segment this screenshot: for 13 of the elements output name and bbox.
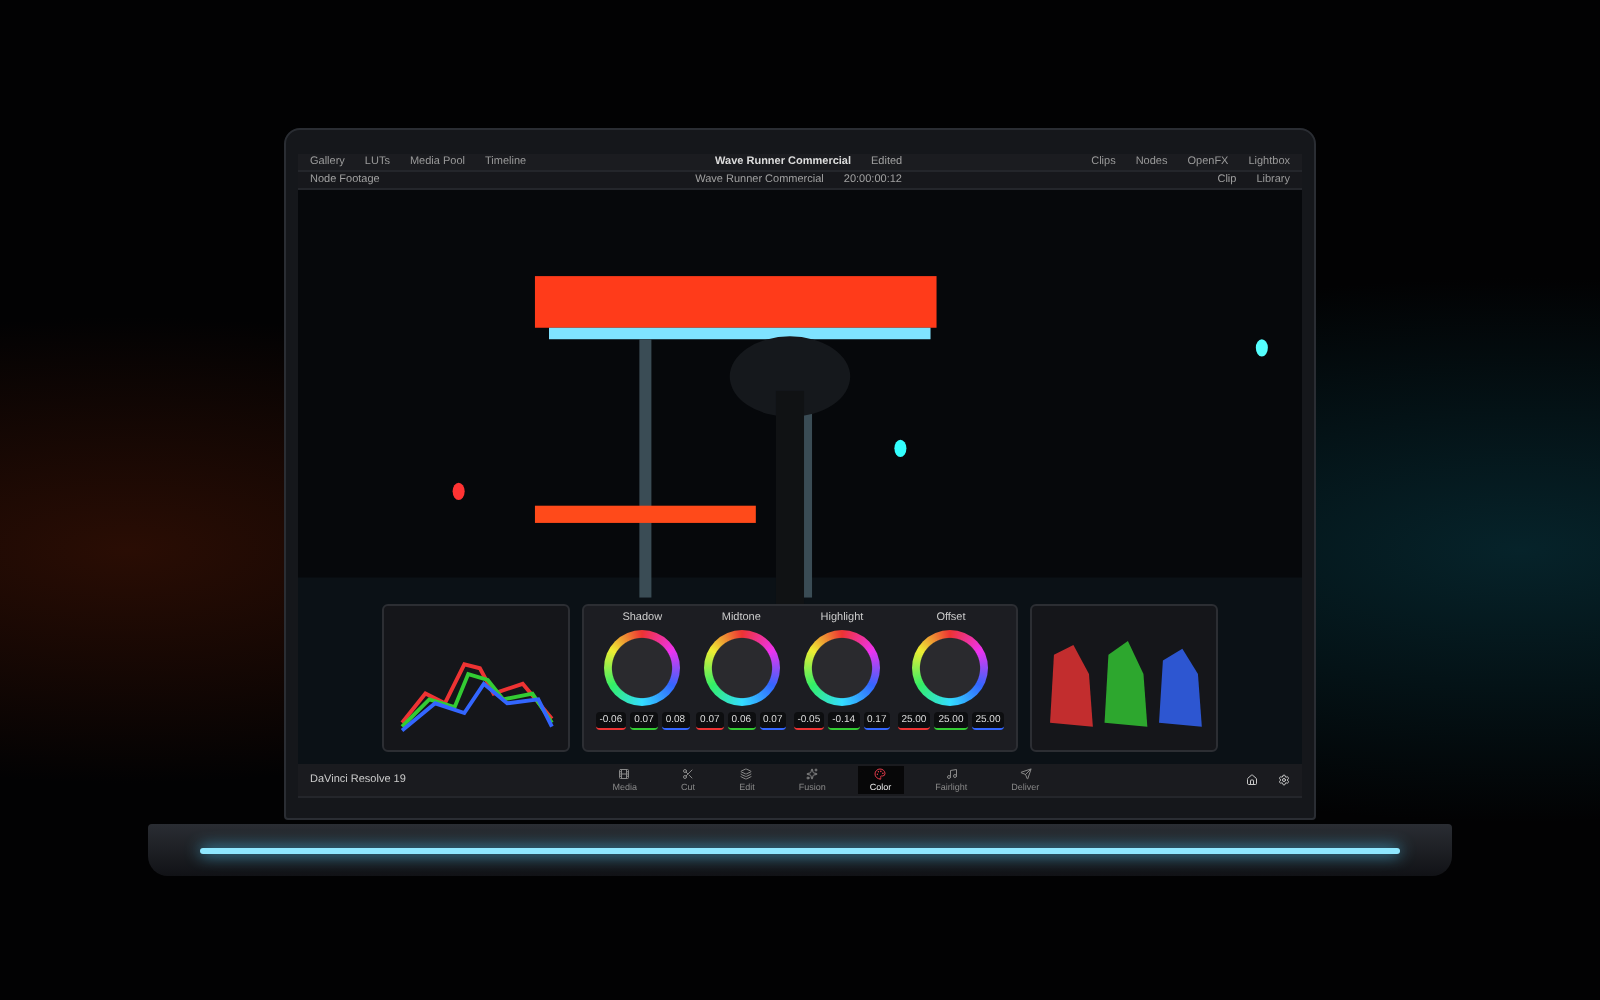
color-wheel[interactable] [912, 630, 989, 706]
send-icon [1019, 768, 1032, 780]
scissors-icon [682, 768, 695, 780]
palette-icon [874, 768, 887, 780]
color-wheel[interactable] [703, 630, 780, 706]
color-wheel[interactable] [803, 630, 880, 706]
color-wheel[interactable] [604, 630, 681, 706]
music-icon [945, 768, 958, 780]
settings-icon[interactable] [1278, 774, 1291, 786]
layers-icon [740, 768, 753, 780]
film-icon [618, 768, 631, 780]
sparkles-icon [806, 768, 819, 780]
home-icon[interactable] [1246, 774, 1259, 786]
